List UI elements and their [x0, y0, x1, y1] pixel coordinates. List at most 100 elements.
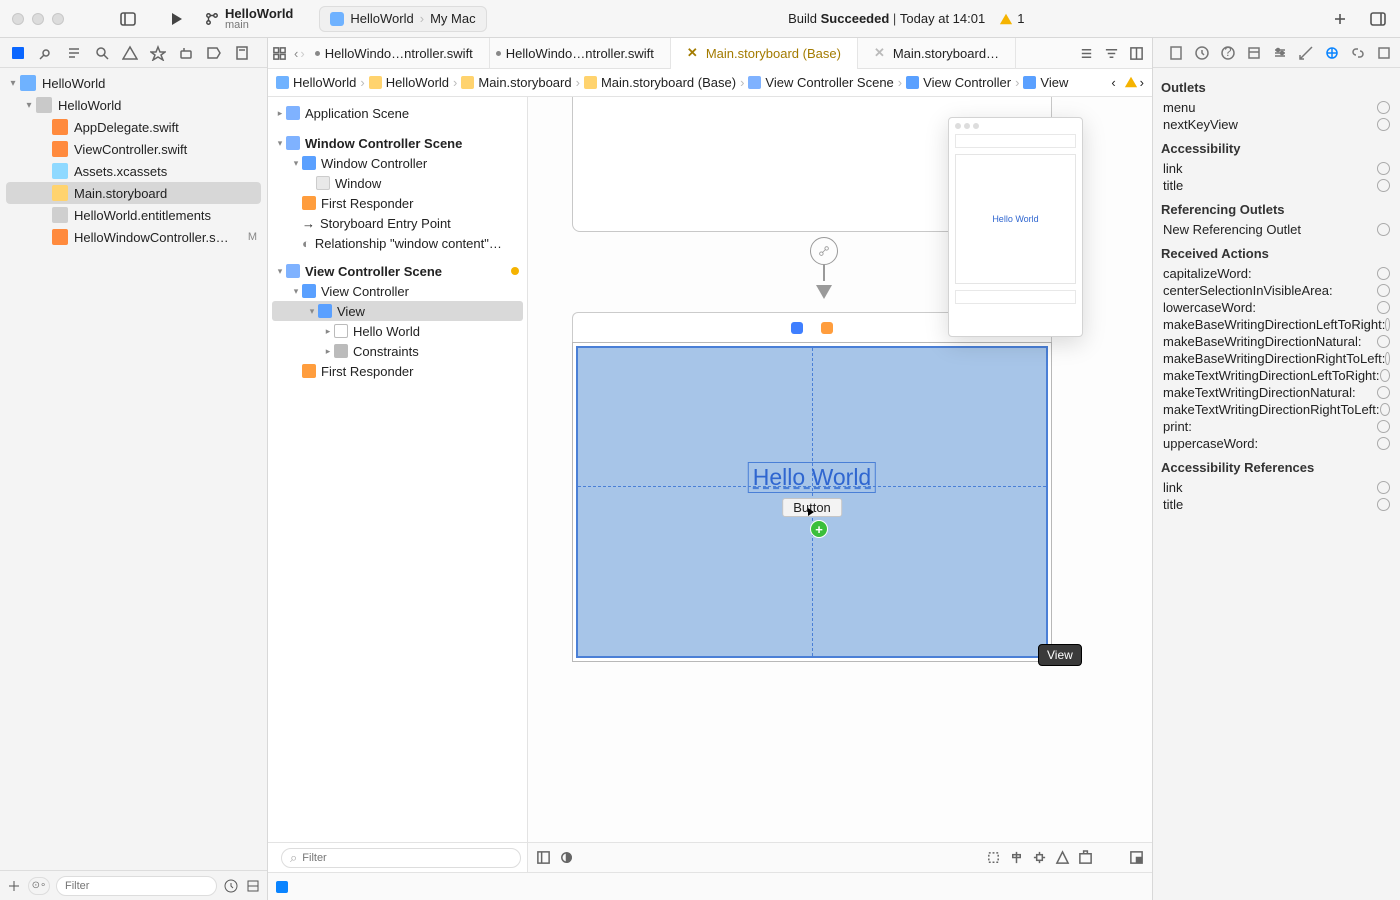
connections-inspector-icon[interactable] [1324, 45, 1340, 61]
scm-filter-icon[interactable] [245, 878, 261, 894]
recent-filter-icon[interactable] [223, 878, 239, 894]
outlet-row[interactable]: title [1159, 496, 1394, 513]
tree-file-selected[interactable]: Main.storyboard [6, 182, 261, 204]
editor-tab[interactable]: HelloWindo…ntroller.swift [309, 38, 490, 69]
outlet-row[interactable]: New Referencing Outlet [1159, 221, 1394, 238]
connection-well-icon[interactable] [1377, 101, 1390, 114]
action-row[interactable]: lowercaseWord: [1159, 299, 1394, 316]
outline-item[interactable]: First Responder [268, 361, 527, 381]
related-items-button[interactable] [268, 46, 290, 61]
outlet-row[interactable]: menu [1159, 99, 1394, 116]
toggle-inspector-button[interactable] [1364, 5, 1392, 33]
outline-item[interactable]: ▸Constraints [268, 341, 527, 361]
interface-builder-canvas[interactable]: Hello World Button + View Hello World [528, 97, 1152, 872]
tree-file[interactable]: AppDelegate.swift [0, 116, 267, 138]
editor-tab-active[interactable]: ✕ Main.storyboard (Base) [671, 38, 858, 69]
outline-item[interactable]: First Responder [268, 193, 527, 213]
warning-icon[interactable] [1124, 75, 1138, 89]
tree-file[interactable]: Assets.xcassets [0, 160, 267, 182]
help-inspector-icon[interactable]: ? [1220, 45, 1236, 61]
outline-item[interactable]: →Storyboard Entry Point [268, 213, 527, 233]
zoom-window-icon[interactable] [52, 13, 64, 25]
outline-item[interactable]: Window [268, 173, 527, 193]
first-responder-icon[interactable] [821, 322, 833, 334]
toggle-outline-icon[interactable] [536, 850, 551, 865]
view-controller-icon[interactable] [791, 322, 803, 334]
close-tab-icon[interactable]: ✕ [874, 45, 885, 61]
run-button[interactable] [162, 5, 190, 33]
action-row[interactable]: makeTextWritingDirectionNatural: [1159, 384, 1394, 401]
report-navigator-tab-icon[interactable] [234, 45, 250, 61]
navigator-tabs[interactable] [0, 38, 267, 68]
scheme-selector[interactable]: HelloWorld › My Mac [319, 6, 486, 32]
outline-item[interactable]: ▾Window Controller [268, 153, 527, 173]
hello-world-label[interactable]: Hello World [748, 462, 876, 493]
editor-tab[interactable]: HelloWindo…ntroller.swift [490, 38, 671, 69]
action-row[interactable]: centerSelectionInVisibleArea: [1159, 282, 1394, 299]
outlet-row[interactable]: link [1159, 479, 1394, 496]
close-window-icon[interactable] [12, 13, 24, 25]
size-inspector-icon[interactable] [1298, 45, 1314, 61]
jumpbar-back-icon[interactable]: ‹ [1111, 75, 1115, 90]
outline-scene[interactable]: ▾Window Controller Scene [268, 133, 527, 153]
minimize-window-icon[interactable] [32, 13, 44, 25]
action-row[interactable]: print: [1159, 418, 1394, 435]
outlet-row[interactable]: title [1159, 177, 1394, 194]
action-row[interactable]: uppercaseWord: [1159, 435, 1394, 452]
close-tab-icon[interactable]: ✕ [687, 45, 698, 61]
filter-scope-button[interactable]: ⊙∘ [28, 877, 50, 895]
build-status[interactable]: Build Succeeded | Today at 14:01 [788, 11, 985, 26]
file-inspector-icon[interactable] [1168, 45, 1184, 61]
minimap-icon[interactable] [1129, 850, 1144, 865]
action-row[interactable]: makeTextWritingDirectionRightToLeft: [1159, 401, 1394, 418]
root-view[interactable]: Hello World Button + [576, 346, 1048, 658]
adjust-editor-icon[interactable] [1079, 46, 1094, 61]
library-popover[interactable]: Hello World [948, 117, 1083, 337]
connection-well-icon[interactable] [1377, 118, 1390, 131]
embed-icon[interactable] [1078, 850, 1093, 865]
outline-item[interactable]: ◐Relationship "window content"… [268, 233, 527, 253]
forward-button[interactable]: › [300, 46, 304, 61]
source-control-tab-icon[interactable] [38, 45, 54, 61]
update-frames-icon[interactable] [986, 850, 1001, 865]
library-button[interactable] [1326, 5, 1354, 33]
outline-item-selected[interactable]: ▾View [272, 301, 523, 321]
action-row[interactable]: makeBaseWritingDirectionNatural: [1159, 333, 1394, 350]
attributes-inspector-icon[interactable] [1272, 45, 1288, 61]
tree-group[interactable]: ▾ HelloWorld [0, 94, 267, 116]
outlet-row[interactable]: nextKeyView [1159, 116, 1394, 133]
segue-arrow[interactable] [810, 237, 838, 299]
navigator-filter-input[interactable] [56, 876, 217, 896]
resolve-issues-icon[interactable] [1055, 850, 1070, 865]
history-inspector-icon[interactable] [1194, 45, 1210, 61]
outline-filter-input[interactable] [281, 848, 521, 868]
action-row[interactable]: capitalizeWord: [1159, 265, 1394, 282]
source-control-branch[interactable]: HelloWorld main [205, 7, 293, 31]
back-button[interactable]: ‹ [294, 46, 298, 61]
editor-tab[interactable]: ✕ Main.storyboard… [858, 38, 1016, 69]
tree-file[interactable]: HelloWindowController.s… M [0, 226, 267, 248]
action-row[interactable]: makeBaseWritingDirectionRightToLeft: [1159, 350, 1394, 367]
breakpoint-navigator-tab-icon[interactable] [206, 45, 222, 61]
add-editor-icon[interactable] [1129, 46, 1144, 61]
bindings-inspector-icon[interactable] [1350, 45, 1366, 61]
symbol-navigator-tab-icon[interactable] [66, 45, 82, 61]
tree-file[interactable]: HelloWorld.entitlements [0, 204, 267, 226]
jump-bar[interactable]: HelloWorld› HelloWorld› Main.storyboard›… [268, 69, 1152, 97]
add-file-button[interactable] [6, 878, 22, 894]
warnings-indicator[interactable]: 1 [999, 11, 1024, 26]
issue-navigator-tab-icon[interactable] [122, 45, 138, 61]
outline-item[interactable]: ▸Hello World [268, 321, 527, 341]
outlet-row[interactable]: link [1159, 160, 1394, 177]
outline-scene[interactable]: ▾View Controller Scene [268, 261, 527, 281]
effects-inspector-icon[interactable] [1376, 45, 1392, 61]
action-row[interactable]: makeTextWritingDirectionLeftToRight: [1159, 367, 1394, 384]
editor-options-icon[interactable] [1104, 46, 1119, 61]
inspector-tabs[interactable]: ? [1153, 38, 1400, 68]
outline-item[interactable]: ▾View Controller [268, 281, 527, 301]
appearance-toggle-icon[interactable] [559, 850, 574, 865]
action-row[interactable]: makeBaseWritingDirectionLeftToRight: [1159, 316, 1394, 333]
test-navigator-tab-icon[interactable] [150, 45, 166, 61]
tree-file[interactable]: ViewController.swift [0, 138, 267, 160]
jumpbar-forward-icon[interactable]: › [1140, 75, 1144, 90]
